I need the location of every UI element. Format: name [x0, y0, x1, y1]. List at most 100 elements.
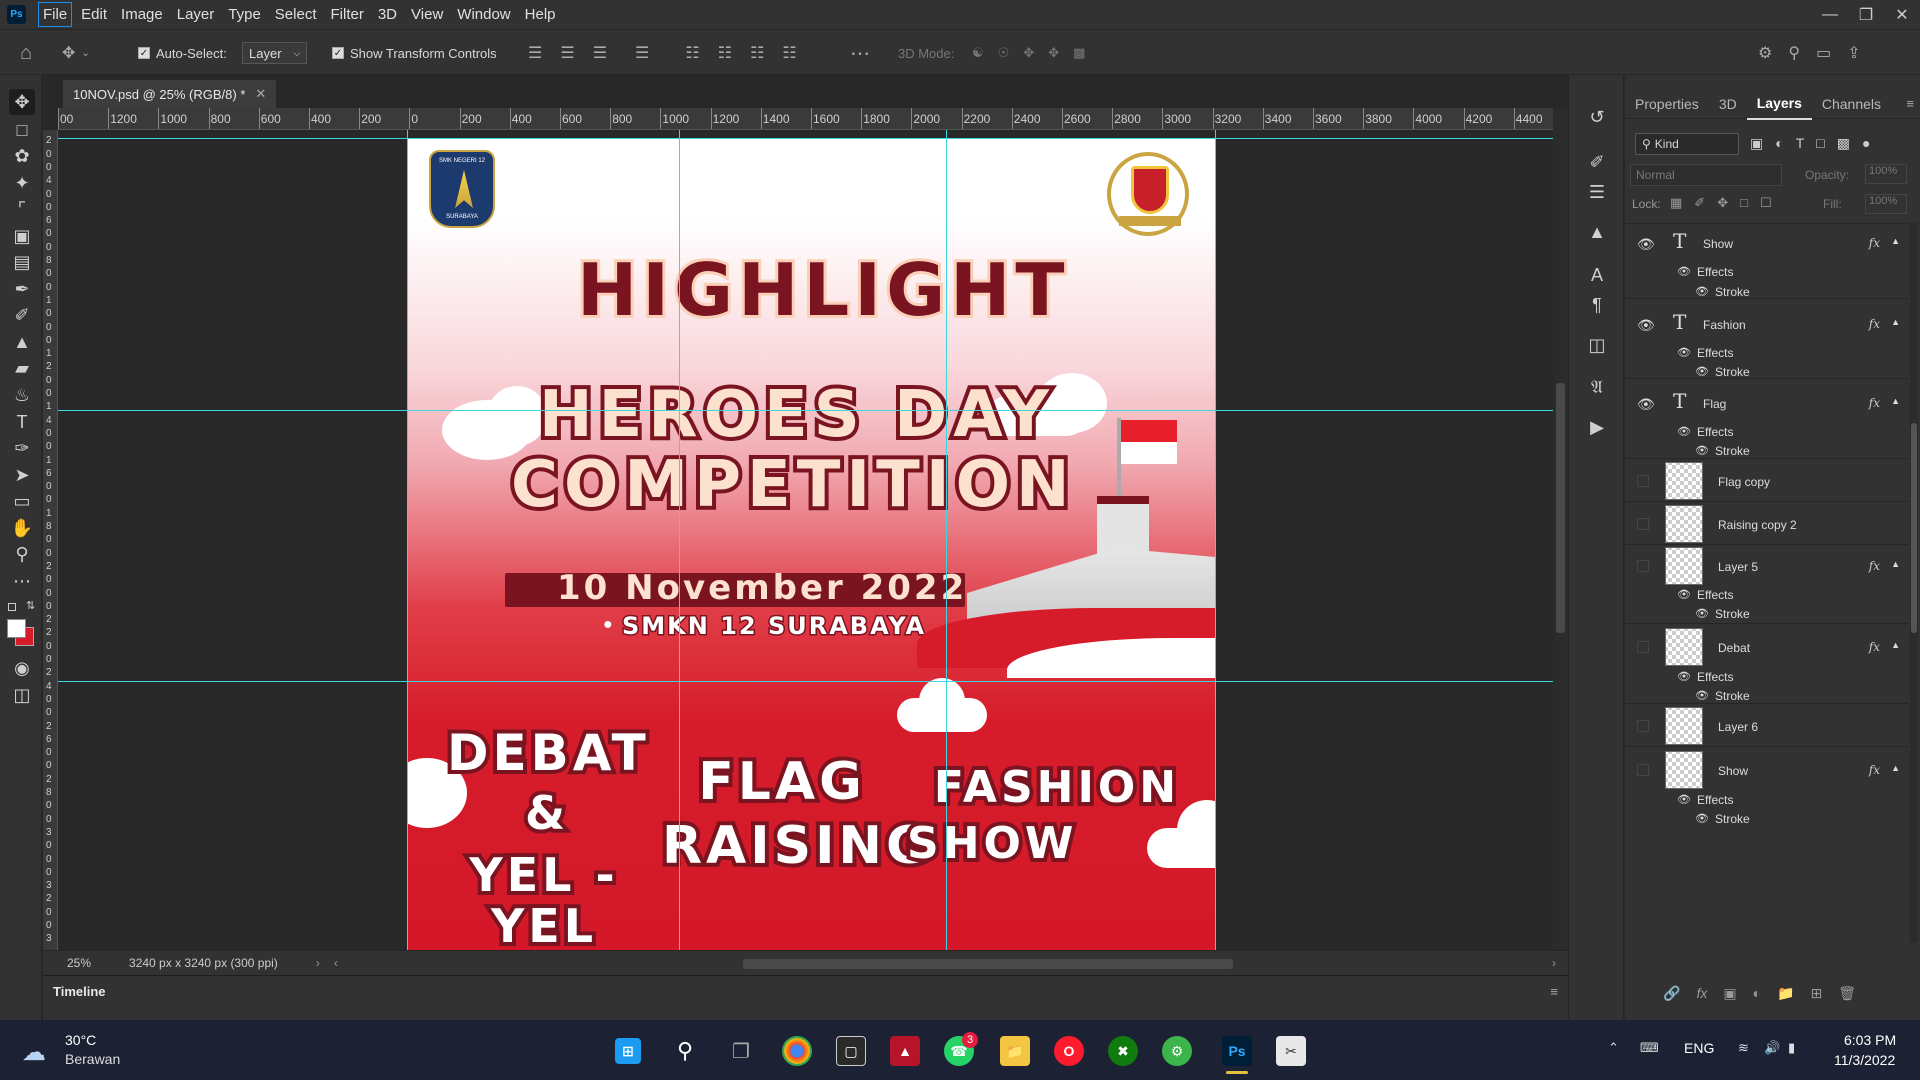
clock-time[interactable]: 6:03 PM: [1844, 1032, 1896, 1048]
clone-source-icon[interactable]: ▲: [1585, 220, 1609, 244]
document-tab[interactable]: 10NOV.psd @ 25% (RGB/8) * ✕: [63, 80, 277, 108]
game-app-icon[interactable]: ▲: [890, 1036, 920, 1066]
vertical-scrollbar[interactable]: [1553, 108, 1568, 950]
lock-position-icon[interactable]: ✥: [1717, 195, 1728, 211]
guide-horizontal[interactable]: [58, 410, 1553, 411]
layer-name[interactable]: Layer 6: [1718, 720, 1758, 734]
character-icon[interactable]: A: [1585, 263, 1609, 287]
layer-row-show-2[interactable]: Show fx ▲ 👁 Effects 👁 Stroke: [1625, 749, 1908, 829]
clock-date[interactable]: 11/3/2022: [1834, 1052, 1895, 1068]
3d-pan-icon[interactable]: ✥: [1023, 45, 1034, 61]
visibility-eye-icon[interactable]: 👁: [1637, 396, 1655, 412]
start-icon[interactable]: ⊞: [615, 1038, 641, 1064]
type-tool-icon[interactable]: T: [9, 409, 35, 435]
layer-name[interactable]: Fashion: [1703, 318, 1746, 332]
filter-pixel-icon[interactable]: ▣: [1750, 135, 1763, 152]
fx-icon[interactable]: fx: [1869, 317, 1880, 331]
tab-properties[interactable]: Properties: [1625, 89, 1709, 119]
auto-select-checkbox[interactable]: ✓ Auto-Select:: [138, 30, 227, 76]
libraries-icon[interactable]: ◫: [1585, 333, 1609, 357]
foreground-color-swatch[interactable]: [7, 619, 26, 638]
distribute-vertical-icon[interactable]: ☷: [782, 43, 796, 63]
filter-smart-object-icon[interactable]: ▩: [1837, 135, 1850, 152]
tab-layers[interactable]: Layers: [1746, 88, 1812, 120]
layer-name[interactable]: Flag copy: [1718, 475, 1770, 489]
keyboard-icon[interactable]: ⌨: [1640, 1040, 1659, 1056]
screen-mode-icon[interactable]: ◫: [9, 682, 35, 708]
stroke-eye-icon[interactable]: 👁: [1695, 444, 1711, 457]
collapse-icon[interactable]: ▲: [1891, 640, 1900, 650]
fx-icon[interactable]: fx: [1869, 396, 1880, 410]
tray-chevron-icon[interactable]: ⌃: [1608, 1040, 1619, 1056]
menu-select[interactable]: Select: [268, 0, 324, 29]
stroke-eye-icon[interactable]: 👁: [1695, 812, 1711, 825]
visibility-toggle[interactable]: [1637, 475, 1649, 487]
layer-row-show[interactable]: 👁 T Show fx ▲ 👁 Effects 👁 Stroke: [1625, 224, 1908, 299]
fx-icon[interactable]: fx: [1869, 236, 1880, 250]
visibility-toggle[interactable]: [1637, 518, 1649, 530]
paint-bucket-icon[interactable]: ♨: [9, 382, 35, 408]
search-icon[interactable]: ⚲: [1788, 43, 1800, 63]
blend-mode-dropdown[interactable]: Normal: [1630, 164, 1782, 186]
visibility-eye-icon[interactable]: 👁: [1637, 317, 1655, 333]
gradient-tool-icon[interactable]: ▤: [9, 249, 35, 275]
weather-cloud-icon[interactable]: ☁: [22, 1038, 46, 1067]
magic-wand-icon[interactable]: ✦: [9, 170, 35, 196]
workspace-icon[interactable]: ▭: [1816, 43, 1831, 63]
visibility-toggle[interactable]: [1637, 641, 1649, 653]
link-layers-icon[interactable]: 🔗: [1663, 985, 1680, 1002]
effects-eye-icon[interactable]: 👁: [1677, 425, 1693, 438]
task-view-icon[interactable]: ❐: [726, 1036, 756, 1066]
language-indicator[interactable]: ENG: [1684, 1040, 1714, 1056]
photoshop-taskbar-icon[interactable]: Ps: [1222, 1036, 1252, 1066]
menu-image[interactable]: Image: [114, 0, 170, 29]
panel-menu-icon[interactable]: ≡: [1906, 96, 1914, 111]
layer-row-debat[interactable]: Debat fx ▲ 👁 Effects 👁 Stroke: [1625, 626, 1908, 704]
scroll-left-icon[interactable]: ‹: [334, 956, 338, 970]
collapse-icon[interactable]: ▲: [1891, 317, 1900, 327]
chrome-icon[interactable]: [782, 1036, 812, 1066]
layer-row-fashion[interactable]: 👁 T Fashion fx ▲ 👁 Effects 👁 Stroke: [1625, 301, 1908, 379]
align-left-icon[interactable]: ☰: [528, 43, 542, 63]
align-top-icon[interactable]: ☷: [685, 43, 699, 63]
eraser-tool-icon[interactable]: ▰: [9, 355, 35, 381]
guide-vertical[interactable]: [946, 130, 947, 950]
opacity-input[interactable]: 100%: [1865, 164, 1907, 184]
rectangle-tool-icon[interactable]: ▭: [9, 488, 35, 514]
file-explorer-icon[interactable]: 📁: [1000, 1036, 1030, 1066]
visibility-toggle[interactable]: [1637, 720, 1649, 732]
menu-edit[interactable]: Edit: [74, 0, 114, 29]
align-middle-icon[interactable]: ☷: [718, 43, 732, 63]
cheat-engine-icon[interactable]: ⚙: [1162, 1036, 1192, 1066]
canvas-area[interactable]: SMK NEGERI 12 SURABAYA HIGHLIGHT HEROES …: [58, 130, 1553, 950]
hand-tool-icon[interactable]: ✋: [9, 515, 35, 541]
new-group-icon[interactable]: 📁: [1777, 985, 1794, 1002]
guide-horizontal[interactable]: [58, 681, 1553, 682]
menu-type[interactable]: Type: [221, 0, 268, 29]
more-tools-icon[interactable]: ⋯: [9, 568, 35, 594]
layer-row-layer-6[interactable]: Layer 6: [1625, 706, 1908, 747]
collapse-icon[interactable]: ▲: [1891, 396, 1900, 406]
guide-horizontal[interactable]: [58, 138, 1553, 139]
layer-row-flag[interactable]: 👁 T Flag fx ▲ 👁 Effects 👁 Stroke: [1625, 381, 1908, 459]
restore-button[interactable]: ❐: [1848, 0, 1884, 29]
3d-orbit-icon[interactable]: ☯: [972, 45, 984, 61]
move-tool-icon[interactable]: ✥: [9, 89, 35, 115]
brush-settings-icon[interactable]: ✐: [1585, 150, 1609, 174]
path-selection-icon[interactable]: ➤: [9, 462, 35, 488]
fx-icon[interactable]: fx: [1869, 763, 1880, 777]
quick-mask-icon[interactable]: ◉: [9, 655, 35, 681]
layer-row-raising-copy-2[interactable]: Raising copy 2: [1625, 504, 1908, 545]
weather-temp[interactable]: 30°C: [65, 1032, 96, 1048]
layer-row-flag-copy[interactable]: Flag copy: [1625, 461, 1908, 502]
align-bottom-icon[interactable]: ☷: [750, 43, 764, 63]
weather-desc[interactable]: Berawan: [65, 1051, 120, 1067]
effects-eye-icon[interactable]: 👁: [1677, 346, 1693, 359]
default-colors-icon[interactable]: [8, 603, 16, 611]
opera-icon[interactable]: O: [1054, 1036, 1084, 1066]
collapse-icon[interactable]: ▲: [1891, 559, 1900, 569]
menu-layer[interactable]: Layer: [170, 0, 222, 29]
fill-input[interactable]: 100%: [1865, 194, 1907, 214]
volume-icon[interactable]: 🔊: [1764, 1040, 1780, 1056]
3d-roll-icon[interactable]: ☉: [998, 45, 1010, 61]
